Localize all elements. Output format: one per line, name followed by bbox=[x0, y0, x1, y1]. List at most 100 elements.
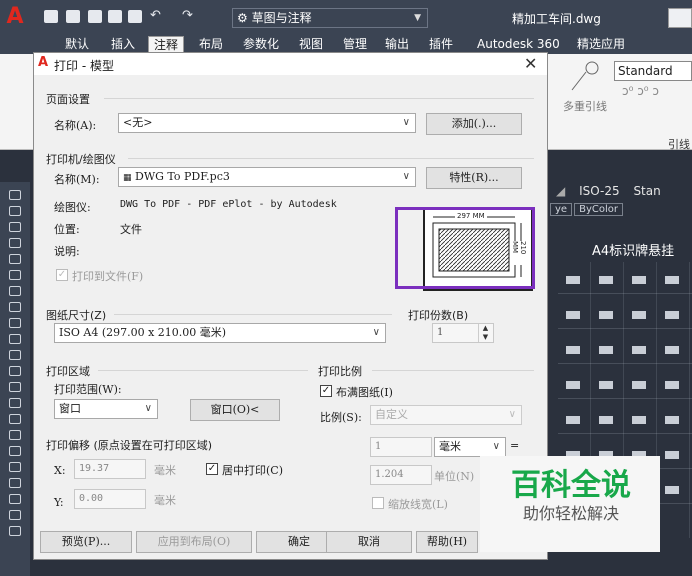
draw-tool-icon[interactable] bbox=[9, 430, 21, 440]
scale-select[interactable]: 自定义 ∨ bbox=[370, 405, 522, 425]
dim-style-select[interactable]: ISO-25 bbox=[579, 184, 620, 198]
save-icon[interactable] bbox=[88, 10, 102, 23]
redo-icon[interactable]: ↷ bbox=[182, 8, 196, 23]
draw-tool-icon[interactable] bbox=[9, 462, 21, 472]
paper-size-section: 图纸尺寸(Z) bbox=[46, 309, 107, 322]
plot-scale-section: 打印比例 bbox=[318, 365, 362, 378]
draw-tool-icon[interactable] bbox=[9, 254, 21, 264]
draw-tool-icon[interactable] bbox=[9, 302, 21, 312]
page-setup-value: <无> bbox=[123, 116, 153, 129]
location-value: 文件 bbox=[120, 223, 142, 236]
watermark-subtitle: 助你轻松解决 bbox=[522, 504, 619, 523]
draw-tool-icon[interactable] bbox=[9, 366, 21, 376]
preview-button[interactable]: 预览(P)... bbox=[40, 531, 132, 553]
leader-panel-label: 引线 bbox=[668, 138, 690, 151]
chevron-down-icon: ∨ bbox=[372, 327, 380, 338]
chevron-down-icon: ∨ bbox=[508, 409, 516, 420]
plot-range-select[interactable]: 窗口 ∨ bbox=[54, 399, 158, 419]
plotter-icon: ▦ bbox=[123, 173, 132, 183]
text-style-select[interactable]: Standard bbox=[614, 61, 692, 81]
draw-tool-icon[interactable] bbox=[9, 382, 21, 392]
center-plot-checkbox[interactable]: ✓ bbox=[206, 463, 218, 475]
drawing-block bbox=[599, 381, 613, 389]
scale-value1-input[interactable]: 1 bbox=[370, 437, 432, 457]
style-select-fragment[interactable]: Stan bbox=[633, 184, 660, 198]
linetype-fragment[interactable]: ye bbox=[550, 203, 573, 216]
draw-tool-icon[interactable] bbox=[9, 334, 21, 344]
drawing-block bbox=[566, 381, 580, 389]
draw-tool-icon[interactable] bbox=[9, 414, 21, 424]
offset-y-input[interactable]: 0.00 bbox=[74, 489, 146, 509]
draw-tool-icon[interactable] bbox=[9, 190, 21, 200]
left-toolbar bbox=[0, 182, 30, 576]
draw-tool-icon[interactable] bbox=[9, 510, 21, 520]
help-button[interactable]: 帮助(H) bbox=[416, 531, 478, 553]
center-plot-label: 居中打印(C) bbox=[222, 464, 283, 477]
print-to-file-checkbox[interactable]: ✓ bbox=[56, 269, 68, 281]
draw-tool-icon[interactable] bbox=[9, 494, 21, 504]
paper-size-value: ISO A4 (297.00 x 210.00 毫米) bbox=[59, 326, 227, 339]
scale-value: 自定义 bbox=[375, 408, 408, 421]
drawing-block bbox=[566, 276, 580, 284]
printer-properties-button[interactable]: 特性(R)... bbox=[426, 167, 522, 189]
page-setup-name-label: 名称(A): bbox=[54, 119, 97, 132]
draw-tool-icon[interactable] bbox=[9, 398, 21, 408]
draw-tool-icon[interactable] bbox=[9, 478, 21, 488]
printer-select[interactable]: ▦ DWG To PDF.pc3 ∨ bbox=[118, 167, 416, 187]
drawing-block bbox=[632, 381, 646, 389]
scale-lineweights-checkbox[interactable] bbox=[372, 497, 384, 509]
scale-unit-select[interactable]: 毫米 ∨ bbox=[434, 437, 506, 457]
drawing-block bbox=[566, 416, 580, 424]
save-as-icon[interactable] bbox=[108, 10, 122, 23]
scale-label: 比例(S): bbox=[320, 411, 362, 424]
workspace-selector[interactable]: ⚙ 草图与注释 ▼ bbox=[232, 8, 428, 28]
page-setup-select[interactable]: <无> ∨ bbox=[118, 113, 416, 133]
search-box[interactable] bbox=[668, 8, 692, 28]
multileader-icon[interactable] bbox=[566, 60, 608, 94]
plot-offset-section: 打印偏移 (原点设置在可打印区域) bbox=[46, 439, 213, 452]
drawing-block bbox=[665, 416, 679, 424]
bycolor-select[interactable]: ByColor bbox=[574, 203, 623, 216]
divider bbox=[128, 158, 534, 159]
cancel-button[interactable]: 取消 bbox=[326, 531, 412, 553]
property-bar: ye ByColor bbox=[548, 203, 692, 217]
dim-icon: ◢ bbox=[556, 184, 566, 198]
open-file-icon[interactable] bbox=[66, 10, 80, 23]
fit-to-paper-label: 布满图纸(I) bbox=[336, 386, 393, 399]
copies-spinner-icon[interactable]: ▲ ▼ bbox=[478, 324, 492, 342]
offset-x-input[interactable]: 19.37 bbox=[74, 459, 146, 479]
leader-tools-icon[interactable]: ↄ⁰ ↄ⁰ ↄ bbox=[622, 84, 659, 98]
scale-value2-input[interactable]: 1.204 bbox=[370, 465, 432, 485]
offset-y-label: Y: bbox=[54, 496, 64, 509]
print-icon[interactable] bbox=[128, 10, 142, 23]
ribbon-tabs: 默认 插入 注释 布局 参数化 视图 管理 输出 插件 Autodesk 360 精选应用 bbox=[0, 34, 692, 54]
window-button[interactable]: 窗口(O)< bbox=[190, 399, 280, 421]
draw-tool-icon[interactable] bbox=[9, 238, 21, 248]
draw-tool-icon[interactable] bbox=[9, 318, 21, 328]
draw-tool-icon[interactable] bbox=[9, 222, 21, 232]
drawing-block bbox=[632, 311, 646, 319]
drawing-block bbox=[665, 276, 679, 284]
paper-size-select[interactable]: ISO A4 (297.00 x 210.00 毫米) ∨ bbox=[54, 323, 386, 343]
draw-tool-icon[interactable] bbox=[9, 446, 21, 456]
apply-to-layout-button[interactable]: 应用到布局(O) bbox=[136, 531, 252, 553]
draw-tool-icon[interactable] bbox=[9, 350, 21, 360]
scale-unit2-label: 单位(N) bbox=[434, 470, 475, 483]
draw-tool-icon[interactable] bbox=[9, 526, 21, 536]
tab-10[interactable]: 精选应用 bbox=[572, 36, 630, 54]
fit-to-paper-checkbox[interactable]: ✓ bbox=[320, 385, 332, 397]
close-icon[interactable]: ✕ bbox=[524, 54, 537, 73]
drawing-block bbox=[599, 416, 613, 424]
add-page-setup-button[interactable]: 添加(.)... bbox=[426, 113, 522, 135]
draw-tool-icon[interactable] bbox=[9, 286, 21, 296]
drawing-block bbox=[632, 276, 646, 284]
scale-lineweights-label: 缩放线宽(L) bbox=[388, 498, 448, 511]
chevron-down-icon: ∨ bbox=[492, 441, 500, 452]
chevron-down-icon: ∨ bbox=[144, 403, 152, 414]
quick-access-toolbar: A ↶ ↷ ⚙ 草图与注释 ▼ 精加工车间.dwg bbox=[0, 0, 692, 34]
undo-icon[interactable]: ↶ bbox=[150, 8, 164, 23]
new-file-icon[interactable] bbox=[44, 10, 58, 23]
autocad-logo-icon[interactable]: A bbox=[0, 6, 30, 28]
draw-tool-icon[interactable] bbox=[9, 206, 21, 216]
draw-tool-icon[interactable] bbox=[9, 270, 21, 280]
